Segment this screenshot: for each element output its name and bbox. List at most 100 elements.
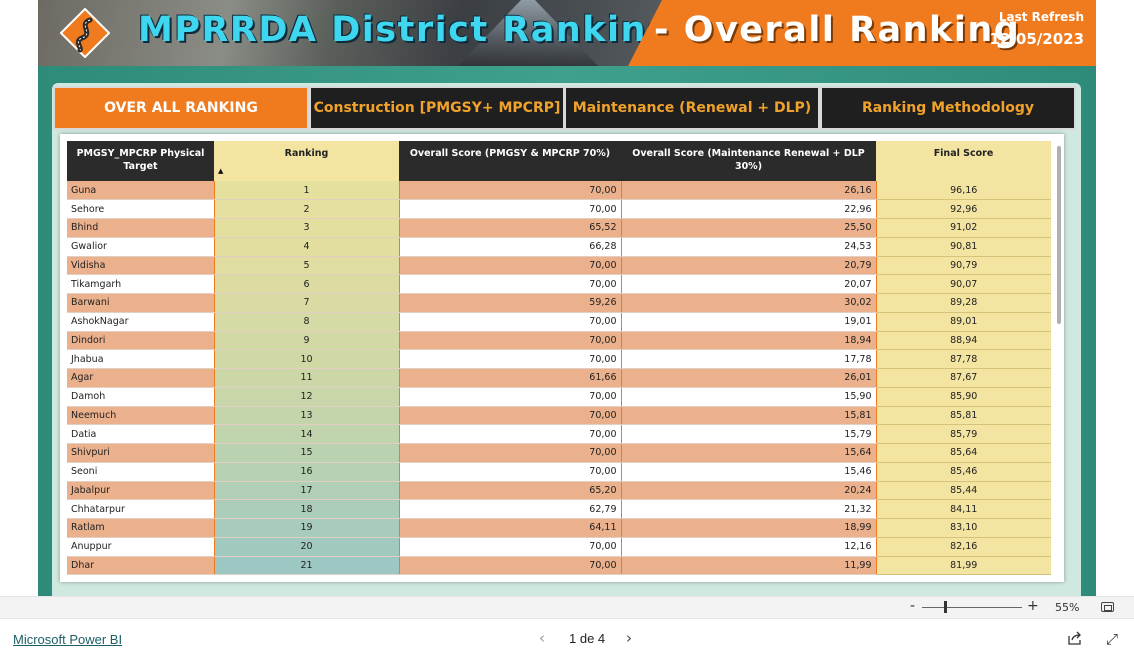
fullscreen-icon[interactable]: ⤢ <box>1106 630 1118 648</box>
table-row[interactable]: Guna 1 70,00 26,16 96,16 <box>67 181 1051 201</box>
column-header-final-score[interactable]: Final Score <box>876 141 1051 181</box>
table-row[interactable]: Chhatarpur 18 62,79 21,32 84,11 <box>67 499 1051 519</box>
zoom-slider-track[interactable] <box>922 607 1022 608</box>
cell-ranking: 5 <box>213 256 400 276</box>
cell-ranking: 19 <box>213 518 400 538</box>
table-row[interactable]: Bhind 3 65,52 25,50 91,02 <box>67 218 1051 238</box>
power-bi-link[interactable]: Microsoft Power BI <box>13 632 122 647</box>
cell-district: Guna <box>67 181 214 201</box>
cell-construction-score: 70,00 <box>399 181 622 201</box>
zoom-in-button[interactable]: + <box>1027 598 1039 614</box>
cell-district: Seoni <box>67 462 214 482</box>
cell-construction-score: 70,00 <box>399 312 622 332</box>
table-scrollbar[interactable] <box>1057 146 1061 324</box>
table-row[interactable]: Dindori 9 70,00 18,94 88,94 <box>67 331 1051 351</box>
cell-ranking: 16 <box>213 462 400 482</box>
column-header-district[interactable]: PMGSY_MPCRP Physical Target <box>67 141 214 181</box>
cell-maintenance-score: 20,79 <box>621 256 877 276</box>
cell-construction-score: 64,11 <box>399 518 622 538</box>
cell-construction-score: 70,00 <box>399 406 622 426</box>
zoom-level: 55% <box>1055 601 1080 614</box>
cell-final-score: 85,90 <box>876 387 1051 407</box>
previous-page-button[interactable]: ‹ <box>539 629 545 647</box>
cell-construction-score: 70,00 <box>399 256 622 276</box>
cell-final-score: 87,78 <box>876 349 1051 369</box>
cell-construction-score: 62,79 <box>399 499 622 519</box>
cell-maintenance-score: 15,79 <box>621 424 877 444</box>
cell-final-score: 85,46 <box>876 462 1051 482</box>
cell-construction-score: 70,00 <box>399 443 622 463</box>
cell-final-score: 90,81 <box>876 237 1051 257</box>
zoom-out-button[interactable]: - <box>910 598 915 614</box>
cell-final-score: 89,01 <box>876 312 1051 332</box>
tab-maintenance[interactable]: Maintenance (Renewal + DLP) <box>564 86 820 130</box>
fit-to-page-icon[interactable] <box>1101 602 1114 612</box>
column-header-ranking[interactable]: Ranking ▲ <box>214 141 399 181</box>
cell-district: Jabalpur <box>67 481 214 501</box>
cell-construction-score: 66,28 <box>399 237 622 257</box>
table-row[interactable]: Jhabua 10 70,00 17,78 87,78 <box>67 349 1051 369</box>
cell-ranking: 2 <box>213 199 400 219</box>
table-row[interactable]: Damoh 12 70,00 15,90 85,90 <box>67 387 1051 407</box>
cell-district: Shivpuri <box>67 443 214 463</box>
cell-ranking: 14 <box>213 424 400 444</box>
table-row[interactable]: Vidisha 5 70,00 20,79 90,79 <box>67 256 1051 276</box>
cell-maintenance-score: 15,46 <box>621 462 877 482</box>
tab-construction[interactable]: Construction [PMGSY+ MPCRP] <box>309 86 565 130</box>
cell-ranking: 1 <box>213 181 400 201</box>
table-row[interactable]: Sehore 2 70,00 22,96 92,96 <box>67 199 1051 219</box>
cell-district: Damoh <box>67 387 214 407</box>
cell-maintenance-score: 15,90 <box>621 387 877 407</box>
cell-maintenance-score: 30,02 <box>621 293 877 313</box>
table-row[interactable]: Anuppur 20 70,00 12,16 82,16 <box>67 537 1051 557</box>
cell-district: Datia <box>67 424 214 444</box>
table-row[interactable]: Gwalior 4 66,28 24,53 90,81 <box>67 237 1051 257</box>
cell-district: Jhabua <box>67 349 214 369</box>
table-row[interactable]: AshokNagar 8 70,00 19,01 89,01 <box>67 312 1051 332</box>
table-header-row: PMGSY_MPCRP Physical Target Ranking ▲ Ov… <box>67 141 1051 181</box>
cell-construction-score: 65,20 <box>399 481 622 501</box>
cell-district: AshokNagar <box>67 312 214 332</box>
table-row[interactable]: Barwani 7 59,26 30,02 89,28 <box>67 293 1051 313</box>
column-header-construction-score[interactable]: Overall Score (PMGSY & MPCRP 70%) <box>399 141 621 181</box>
cell-maintenance-score: 24,53 <box>621 237 877 257</box>
table-row[interactable]: Datia 14 70,00 15,79 85,79 <box>67 424 1051 444</box>
cell-final-score: 92,96 <box>876 199 1051 219</box>
next-page-button[interactable]: › <box>626 629 632 647</box>
table-row[interactable]: Seoni 16 70,00 15,46 85,46 <box>67 462 1051 482</box>
tab-overall-ranking[interactable]: OVER ALL RANKING <box>53 86 309 130</box>
cell-final-score: 88,94 <box>876 331 1051 351</box>
cell-final-score: 81,99 <box>876 556 1051 576</box>
cell-maintenance-score: 19,01 <box>621 312 877 332</box>
column-header-maintenance-score[interactable]: Overall Score (Maintenance Renewal + DLP… <box>621 141 876 181</box>
cell-maintenance-score: 11,99 <box>621 556 877 576</box>
cell-district: Bhind <box>67 218 214 238</box>
table-row[interactable]: Jabalpur 17 65,20 20,24 85,44 <box>67 481 1051 501</box>
table-row[interactable]: Tikamgarh 6 70,00 20,07 90,07 <box>67 274 1051 294</box>
cell-construction-score: 70,00 <box>399 556 622 576</box>
cell-ranking: 20 <box>213 537 400 557</box>
cell-construction-score: 59,26 <box>399 293 622 313</box>
cell-ranking: 11 <box>213 368 400 388</box>
cell-final-score: 82,16 <box>876 537 1051 557</box>
table-row[interactable]: Agar 11 61,66 26,01 87,67 <box>67 368 1051 388</box>
table-row[interactable]: Dhar 21 70,00 11,99 81,99 <box>67 556 1051 576</box>
cell-final-score: 85,44 <box>876 481 1051 501</box>
tab-ranking-methodology[interactable]: Ranking Methodology <box>820 86 1076 130</box>
zoom-slider-handle[interactable] <box>944 601 947 613</box>
cell-construction-score: 61,66 <box>399 368 622 388</box>
cell-maintenance-score: 21,32 <box>621 499 877 519</box>
share-icon[interactable] <box>1068 631 1082 645</box>
cell-final-score: 85,79 <box>876 424 1051 444</box>
cell-district: Chhatarpur <box>67 499 214 519</box>
cell-final-score: 83,10 <box>876 518 1051 538</box>
table-row[interactable]: Ratlam 19 64,11 18,99 83,10 <box>67 518 1051 538</box>
cell-final-score: 90,07 <box>876 274 1051 294</box>
cell-construction-score: 70,00 <box>399 462 622 482</box>
cell-district: Sehore <box>67 199 214 219</box>
cell-construction-score: 70,00 <box>399 274 622 294</box>
cell-ranking: 7 <box>213 293 400 313</box>
cell-ranking: 13 <box>213 406 400 426</box>
table-row[interactable]: Neemuch 13 70,00 15,81 85,81 <box>67 406 1051 426</box>
table-row[interactable]: Shivpuri 15 70,00 15,64 85,64 <box>67 443 1051 463</box>
